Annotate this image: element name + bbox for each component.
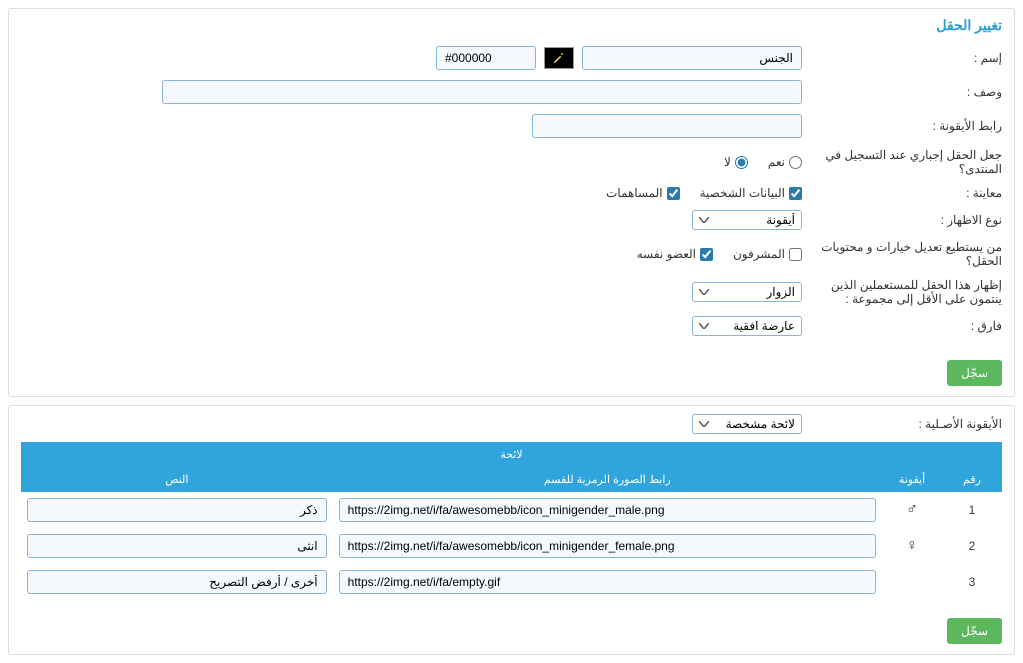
checkbox-member-self[interactable] [700,248,713,261]
row-url-input[interactable] [339,570,876,594]
table-row: 3 [21,564,1002,600]
custom-list-select[interactable]: لائحة مشخصة [692,414,802,434]
checkbox-moderators[interactable] [789,248,802,261]
check-contributions[interactable]: المساهمات [606,186,680,200]
label-required: جعل الحقل إجباري عند التسجيل في المنتدى؟ [802,148,1002,176]
radio-yes-label[interactable]: نعم [768,155,802,169]
table-row: 2♀ [21,528,1002,564]
display-type-select[interactable]: أيقونة [692,210,802,230]
label-separator: فارق : [802,319,1002,333]
radio-no[interactable] [735,156,748,169]
row-url-input[interactable] [339,534,876,558]
check-personal-data[interactable]: البيانات الشخصية [700,186,802,200]
edit-field-panel: تغيير الحقل إسم : وصف : رابط الأيقونة : [8,8,1015,397]
desc-input[interactable] [162,80,802,104]
checkbox-contributions[interactable] [667,187,680,200]
row-num: 1 [942,492,1002,528]
label-name: إسم : [802,51,1002,65]
row-url-input[interactable] [339,498,876,522]
th-icon: أيقونة [882,467,942,492]
label-display-type: نوع الاظهار : [802,213,1002,227]
group-select[interactable]: الزوار [692,282,802,302]
save-button-2[interactable]: سجّل [947,618,1002,644]
row-icon [882,564,942,600]
icon-link-input[interactable] [532,114,802,138]
separator-select[interactable]: عارضة افقية [692,316,802,336]
label-preview: معاينة : [802,186,1002,200]
label-who-modify: من يستطيع تعديل خيارات و محتويات الحقل؟ [802,240,1002,268]
radio-yes[interactable] [789,156,802,169]
label-desc: وصف : [802,85,1002,99]
row-text-input[interactable] [27,534,327,558]
radio-no-label[interactable]: لا [724,155,748,169]
save-button[interactable]: سجّل [947,360,1002,386]
th-num: رقم [942,467,1002,492]
row-num: 3 [942,564,1002,600]
label-icon-link: رابط الأيقونة : [802,119,1002,133]
name-input[interactable] [582,46,802,70]
checkbox-personal-data[interactable] [789,187,802,200]
label-original-icon: الأيقونة الأصـلية : [802,417,1002,431]
table-header-top: لائحة [21,442,1002,467]
row-text-input[interactable] [27,570,327,594]
row-icon: ♂ [882,492,942,528]
check-moderators[interactable]: المشرفون [733,247,802,261]
color-picker-button[interactable] [544,47,574,69]
color-picker-icon [552,51,566,65]
icon-table: لائحة رقم أيقونة رابط الصورة الرمزية للق… [21,442,1002,600]
th-url: رابط الصورة الرمزية للقسم [333,467,882,492]
label-show-for-group: إظهار هذا الحقل للمستعملين الذين ينتمون … [802,278,1002,306]
row-text-input[interactable] [27,498,327,522]
row-num: 2 [942,528,1002,564]
panel-title: تغيير الحقل [9,9,1014,38]
check-member-self[interactable]: العضو نفسه [637,247,713,261]
color-code-input[interactable] [436,46,536,70]
table-row: 1♂ [21,492,1002,528]
icon-list-panel: الأيقونة الأصـلية : لائحة مشخصة لائحة رق… [8,405,1015,655]
row-icon: ♀ [882,528,942,564]
th-text: النص [21,467,333,492]
